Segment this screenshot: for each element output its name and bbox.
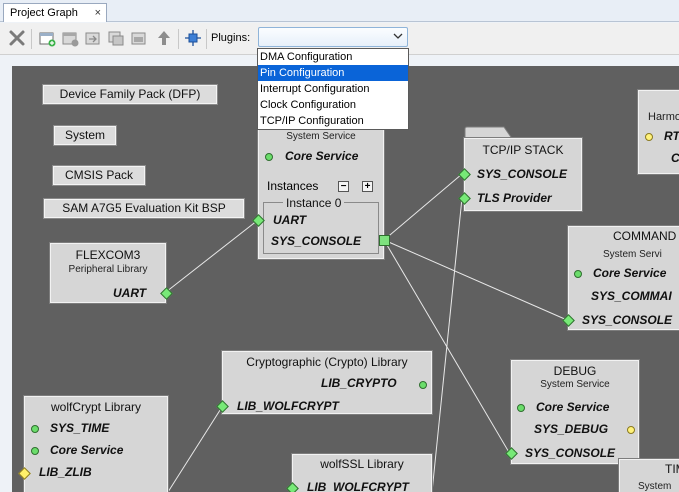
debug-sys-debug-dot[interactable] <box>627 426 635 434</box>
move-up-icon[interactable] <box>155 29 173 47</box>
tab-project-graph[interactable]: Project Graph × <box>3 3 107 22</box>
crypto-lib-wolfcrypt-port: LIB_WOLFCRYPT <box>237 399 339 413</box>
command-core-service-dot[interactable] <box>574 270 582 278</box>
node-wolfcrypt-library[interactable]: wolfCrypt Library SYS_TIME Core Service … <box>18 395 169 492</box>
tcpip-title: TCP/IP STACK <box>482 143 564 157</box>
node-bsp[interactable]: SAM A7G5 Evaluation Kit BSP <box>43 198 245 219</box>
dropdown-option-tcpip[interactable]: TCP/IP Configuration <box>258 113 408 129</box>
node-tcpip-stack[interactable]: TCP/IP STACK SYS_CONSOLE TLS Provider <box>458 137 583 212</box>
debug-core-service-dot[interactable] <box>517 404 525 412</box>
plugins-dropdown-list: DMA Configuration Pin Configuration Inte… <box>257 48 409 130</box>
wire-tls-provider <box>431 197 463 492</box>
delete-icon[interactable] <box>8 29 26 47</box>
tcpip-sys-console-port: SYS_CONSOLE <box>477 167 568 181</box>
command-title: COMMAND <box>613 229 677 243</box>
toolbar-separator <box>178 29 179 49</box>
debug-title: DEBUG <box>553 364 597 378</box>
crypto-title: Cryptographic (Crypto) Library <box>246 355 408 369</box>
chevron-down-icon <box>393 33 403 39</box>
debug-sys-debug-port: SYS_DEBUG <box>534 422 609 436</box>
node-system[interactable]: System <box>53 125 117 146</box>
crypto-lib-crypto-dot[interactable] <box>419 381 427 389</box>
instances-label: Instances <box>267 179 319 193</box>
node-debug[interactable]: DEBUG System Service Core Service SYS_DE… <box>505 359 640 465</box>
instance-0-label: Instance 0 <box>283 196 345 210</box>
wolfcrypt-sys-time-port: SYS_TIME <box>50 421 110 435</box>
harmony-port-dot[interactable] <box>645 133 653 141</box>
paste-icon[interactable] <box>130 29 148 47</box>
core-console-port-connector[interactable] <box>379 235 390 246</box>
remove-instance-button[interactable]: − <box>338 181 349 192</box>
debug-subtitle: System Service <box>540 379 610 390</box>
command-sys-console-port: SYS_CONSOLE <box>582 313 673 327</box>
node-harmony[interactable]: Harmo RT C <box>637 89 679 175</box>
add-group-icon[interactable] <box>38 29 56 47</box>
wolfcrypt-core-service-port: Core Service <box>50 443 124 457</box>
copy-icon[interactable] <box>107 29 125 47</box>
dropdown-option-pin[interactable]: Pin Configuration <box>258 65 408 81</box>
node-core[interactable]: System Service Core Service Instances − … <box>252 125 390 260</box>
wolfssl-lib-wolfcrypt-port: LIB_WOLFCRYPT <box>307 480 409 492</box>
toolbar-separator <box>31 29 32 49</box>
tab-label: Project Graph <box>10 7 78 19</box>
wire-console-command <box>383 239 568 321</box>
auto-layout-icon[interactable] <box>184 29 202 47</box>
wolfcrypt-title: wolfCrypt Library <box>50 400 142 414</box>
move-to-group-icon[interactable] <box>84 29 102 47</box>
node-crypto-library[interactable]: Cryptographic (Crypto) Library LIB_CRYPT… <box>216 350 433 415</box>
mplab-harmony-window: Project Graph × Plugins: DMA Configurati… <box>0 0 679 492</box>
dropdown-option-dma[interactable]: DMA Configuration <box>258 49 408 65</box>
wolfcrypt-lib-zlib-port: LIB_ZLIB <box>39 465 92 479</box>
core-uart-port: UART <box>273 213 307 227</box>
remove-group-icon[interactable] <box>61 29 79 47</box>
close-icon[interactable]: × <box>95 7 101 19</box>
wolfcrypt-sys-time-dot[interactable] <box>31 425 39 433</box>
core-service-port: Core Service <box>285 149 359 163</box>
command-subtitle: System Servi <box>603 249 662 260</box>
crypto-lib-crypto-port: LIB_CRYPTO <box>321 376 397 390</box>
flexcom-title: FLEXCOM3 <box>75 248 141 262</box>
wire-wolfcrypt <box>167 406 223 492</box>
dropdown-option-interrupt[interactable]: Interrupt Configuration <box>258 81 408 97</box>
harmony-port-2: C <box>671 151 679 165</box>
node-cmsis-pack[interactable]: CMSIS Pack <box>52 165 146 186</box>
harmony-port: RT <box>664 129 679 143</box>
tab-strip: Project Graph × <box>0 0 679 22</box>
toolbar-separator <box>206 29 207 49</box>
time-subtitle: System <box>638 481 672 492</box>
harmony-title: Harmo <box>648 111 679 123</box>
command-core-service-port: Core Service <box>593 266 667 280</box>
wire-flexcom-uart <box>165 219 259 293</box>
wire-console-tcpip <box>383 173 463 241</box>
add-instance-button[interactable]: + <box>362 181 373 192</box>
core-sys-console-port: SYS_CONSOLE <box>271 234 362 248</box>
node-time[interactable]: TIM System <box>618 458 679 492</box>
node-wolfssl-library[interactable]: wolfSSL Library LIB_WOLFCRYPT <box>286 453 433 492</box>
debug-core-service-port: Core Service <box>536 400 610 414</box>
core-subtitle: System Service <box>286 131 356 142</box>
node-command[interactable]: COMMAND System Servi Core Service SYS_CO… <box>562 225 679 331</box>
node-device-family-pack[interactable]: Device Family Pack (DFP) <box>42 84 218 105</box>
plugins-select[interactable] <box>258 27 408 47</box>
plugins-label: Plugins: <box>211 32 251 44</box>
wolfssl-title: wolfSSL Library <box>320 457 404 471</box>
time-title: TIM <box>665 462 679 476</box>
wolfcrypt-core-service-dot[interactable] <box>31 447 39 455</box>
core-service-port-dot[interactable] <box>265 153 273 161</box>
flexcom-uart-port: UART <box>113 286 147 300</box>
command-sys-command-port: SYS_COMMAI <box>591 289 672 303</box>
dropdown-option-clock[interactable]: Clock Configuration <box>258 97 408 113</box>
debug-sys-console-port: SYS_CONSOLE <box>525 446 616 460</box>
flexcom-subtitle: Peripheral Library <box>68 264 148 275</box>
tcpip-tls-provider-port: TLS Provider <box>477 191 552 205</box>
node-flexcom3[interactable]: FLEXCOM3 Peripheral Library UART <box>49 242 173 304</box>
